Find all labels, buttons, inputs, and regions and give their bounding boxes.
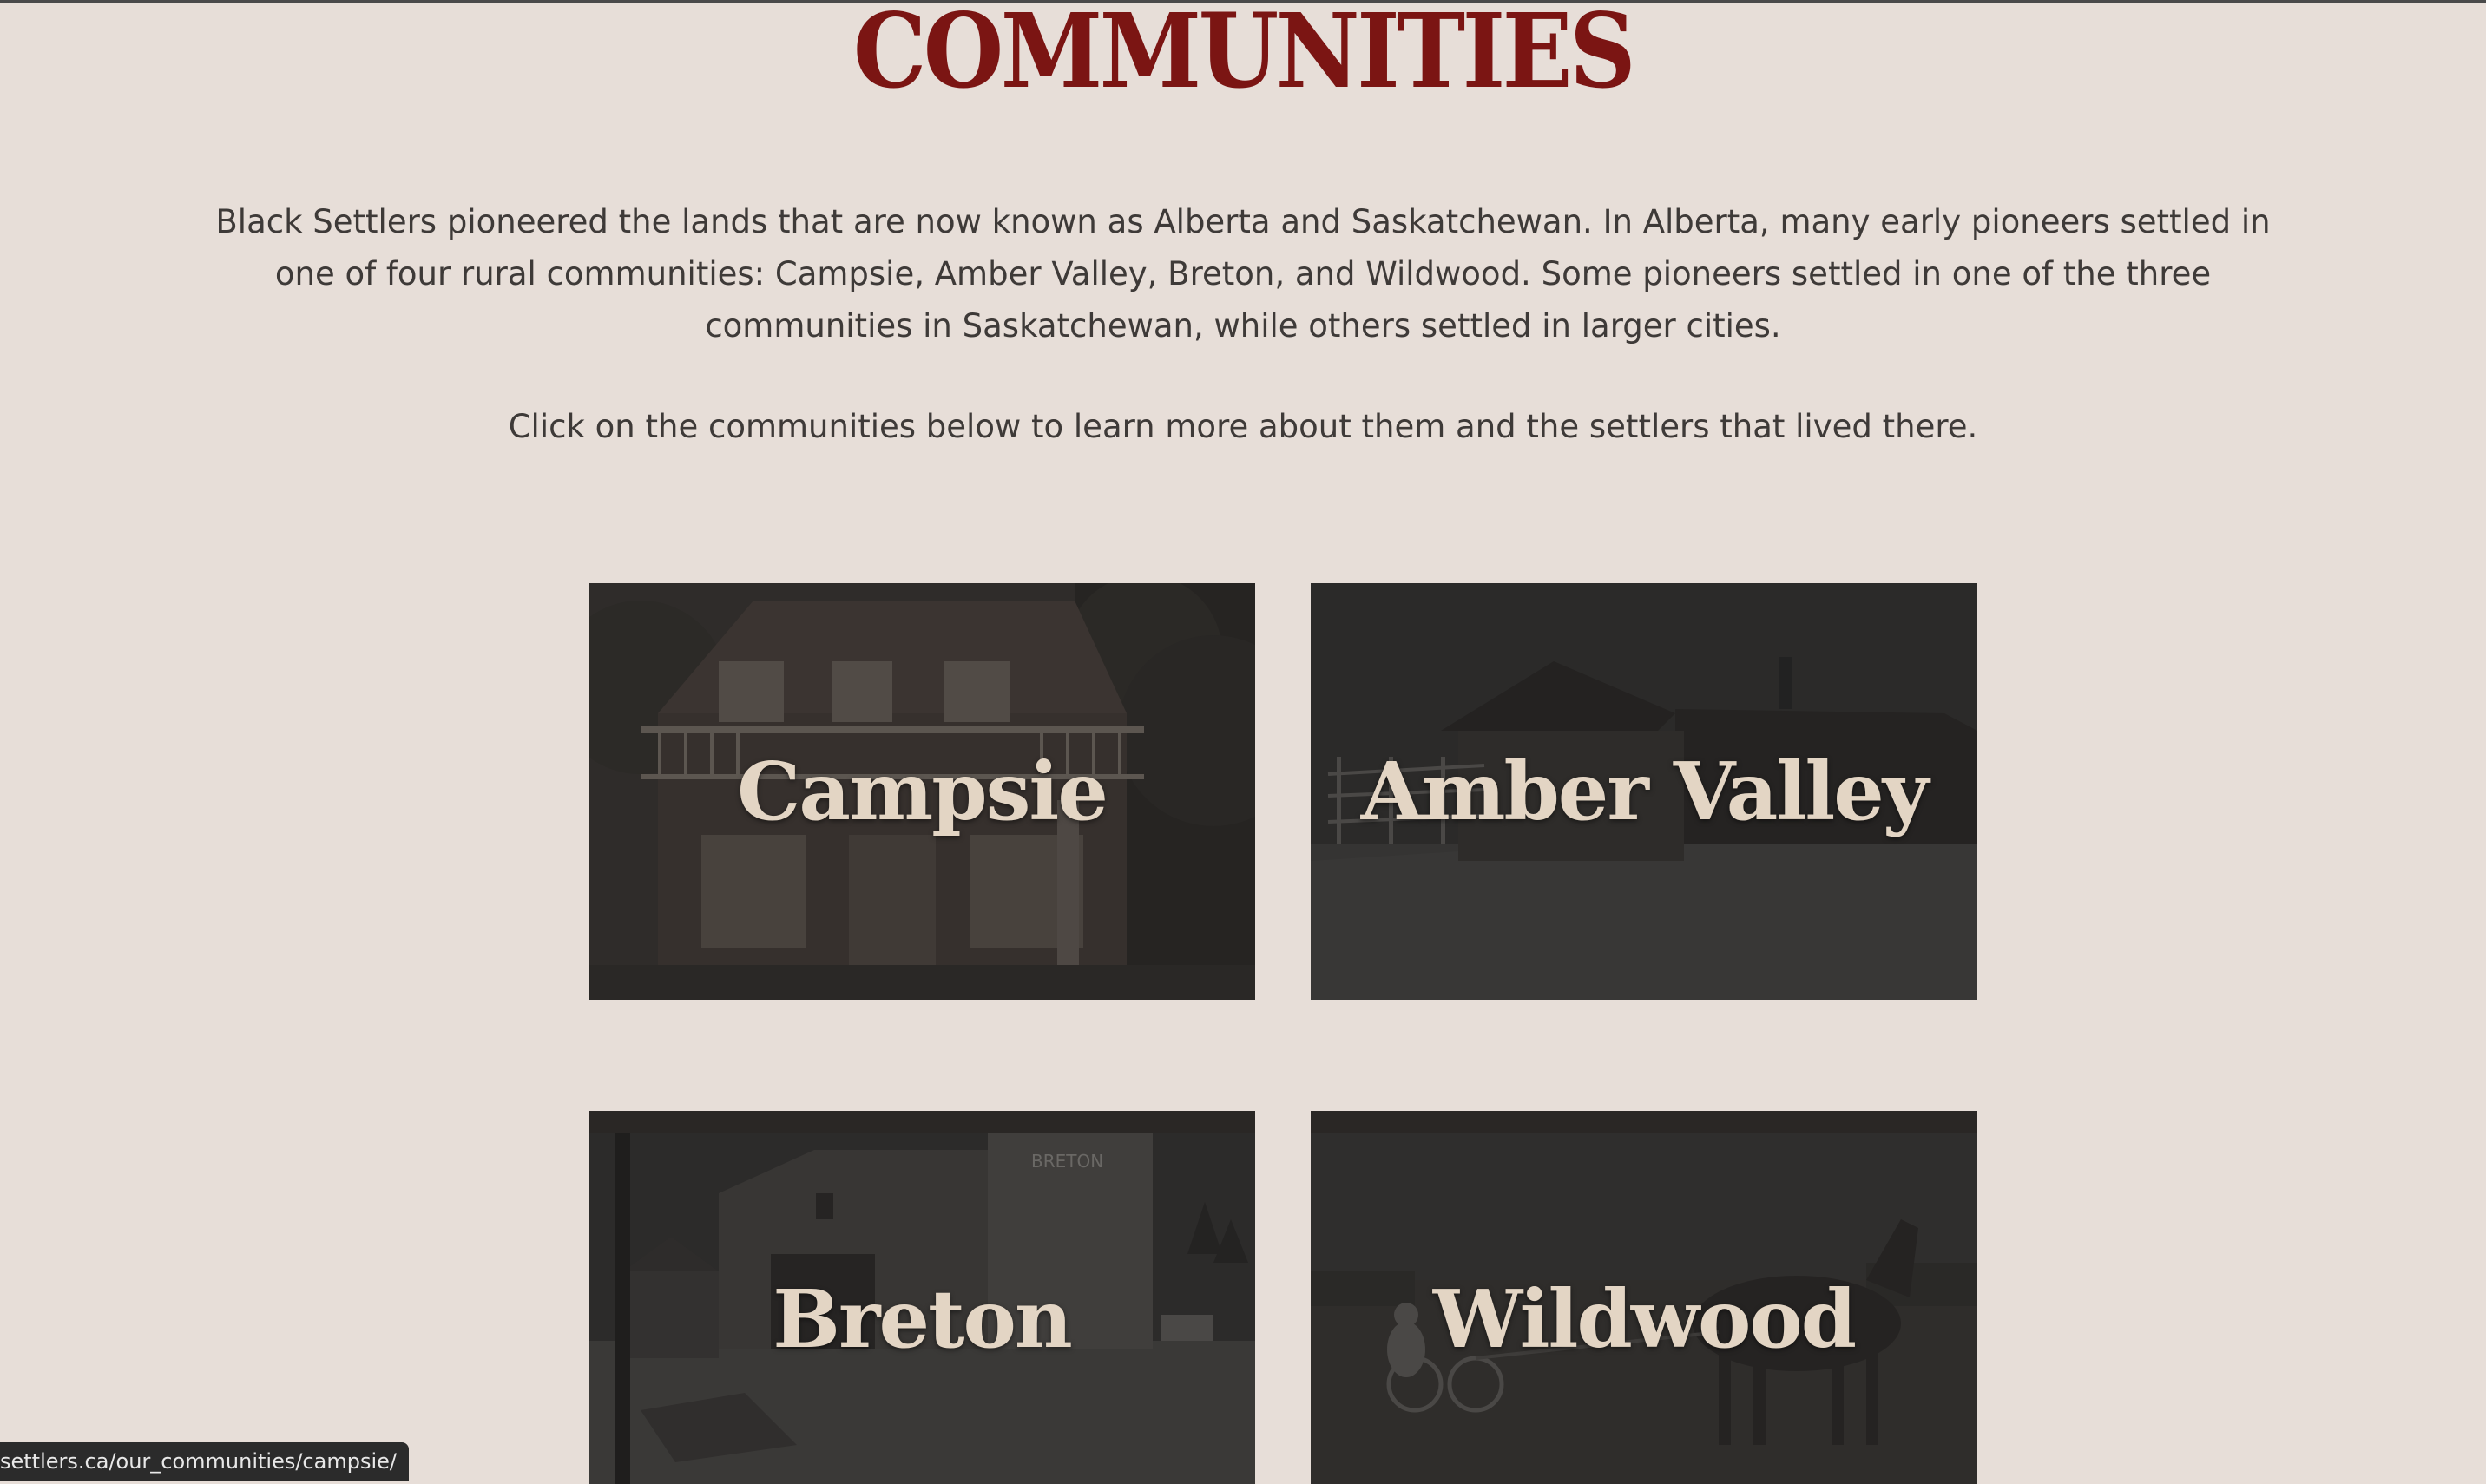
community-card-label: Wildwood [1432,1272,1857,1366]
status-bar-link-preview: settlers.ca/our_communities/campsie/ [0,1442,409,1481]
community-card-label: Breton [773,1272,1073,1366]
page-title: COMMUNITIES [852,0,1636,111]
community-card-wildwood[interactable]: Wildwood [1311,1111,1977,1484]
instruction-text: Click on the communities below to learn … [508,408,1978,445]
community-card-amber-valley[interactable]: Amber Valley [1311,583,1977,1000]
intro-paragraph: Black Settlers pioneered the lands that … [215,203,2271,345]
community-card-breton[interactable]: BRETON Breton [589,1111,1255,1484]
community-card-label: Amber Valley [1360,745,1930,838]
community-card-label: Campsie [737,745,1108,838]
community-card-campsie[interactable]: Campsie [589,583,1255,1000]
